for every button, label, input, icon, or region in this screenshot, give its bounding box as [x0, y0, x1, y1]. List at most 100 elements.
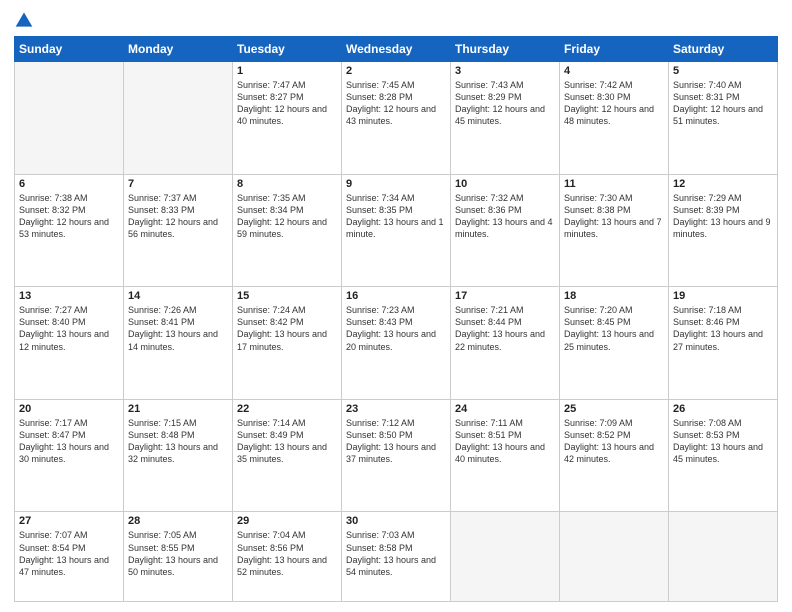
day-detail: Sunrise: 7:05 AM Sunset: 8:55 PM Dayligh…	[128, 529, 228, 578]
week-row-5: 27 Sunrise: 7:07 AM Sunset: 8:54 PM Dayli…	[15, 512, 778, 602]
day-cell: 22 Sunrise: 7:14 AM Sunset: 8:49 PM Dayli…	[233, 399, 342, 512]
calendar: SundayMondayTuesdayWednesdayThursdayFrid…	[14, 36, 778, 602]
day-number: 15	[237, 290, 337, 302]
day-detail: Sunrise: 7:45 AM Sunset: 8:28 PM Dayligh…	[346, 79, 446, 128]
day-number: 24	[455, 403, 555, 415]
logo	[14, 10, 38, 30]
day-cell: 18 Sunrise: 7:20 AM Sunset: 8:45 PM Dayli…	[560, 287, 669, 400]
day-number: 28	[128, 515, 228, 527]
day-detail: Sunrise: 7:42 AM Sunset: 8:30 PM Dayligh…	[564, 79, 664, 128]
day-cell: 1Sunrise: 7:47 AM Sunset: 8:27 PM Daylig…	[233, 62, 342, 175]
day-number: 25	[564, 403, 664, 415]
day-cell: 27 Sunrise: 7:07 AM Sunset: 8:54 PM Dayli…	[15, 512, 124, 602]
day-number: 9	[346, 178, 446, 190]
day-detail: Sunrise: 7:12 AM Sunset: 8:50 PM Dayligh…	[346, 417, 446, 466]
day-cell: 28 Sunrise: 7:05 AM Sunset: 8:55 PM Dayli…	[124, 512, 233, 602]
col-header-monday: Monday	[124, 37, 233, 62]
day-number: 8	[237, 178, 337, 190]
day-cell	[560, 512, 669, 602]
day-number: 16	[346, 290, 446, 302]
day-detail: Sunrise: 7:26 AM Sunset: 8:41 PM Dayligh…	[128, 304, 228, 353]
day-detail: Sunrise: 7:17 AM Sunset: 8:47 PM Dayligh…	[19, 417, 119, 466]
day-number: 23	[346, 403, 446, 415]
day-cell: 12 Sunrise: 7:29 AM Sunset: 8:39 PM Dayli…	[669, 174, 778, 287]
day-cell: 16 Sunrise: 7:23 AM Sunset: 8:43 PM Dayli…	[342, 287, 451, 400]
day-detail: Sunrise: 7:29 AM Sunset: 8:39 PM Dayligh…	[673, 192, 773, 241]
day-cell: 14 Sunrise: 7:26 AM Sunset: 8:41 PM Dayli…	[124, 287, 233, 400]
day-number: 10	[455, 178, 555, 190]
day-detail: Sunrise: 7:08 AM Sunset: 8:53 PM Dayligh…	[673, 417, 773, 466]
day-cell: 5Sunrise: 7:40 AM Sunset: 8:31 PM Daylig…	[669, 62, 778, 175]
day-number: 27	[19, 515, 119, 527]
day-number: 30	[346, 515, 446, 527]
col-header-tuesday: Tuesday	[233, 37, 342, 62]
day-detail: Sunrise: 7:11 AM Sunset: 8:51 PM Dayligh…	[455, 417, 555, 466]
day-number: 7	[128, 178, 228, 190]
day-detail: Sunrise: 7:43 AM Sunset: 8:29 PM Dayligh…	[455, 79, 555, 128]
day-number: 21	[128, 403, 228, 415]
day-detail: Sunrise: 7:24 AM Sunset: 8:42 PM Dayligh…	[237, 304, 337, 353]
day-cell	[15, 62, 124, 175]
day-cell: 9 Sunrise: 7:34 AM Sunset: 8:35 PM Daylig…	[342, 174, 451, 287]
day-detail: Sunrise: 7:04 AM Sunset: 8:56 PM Dayligh…	[237, 529, 337, 578]
day-cell: 15 Sunrise: 7:24 AM Sunset: 8:42 PM Dayli…	[233, 287, 342, 400]
day-detail: Sunrise: 7:03 AM Sunset: 8:58 PM Dayligh…	[346, 529, 446, 578]
day-cell: 13 Sunrise: 7:27 AM Sunset: 8:40 PM Dayli…	[15, 287, 124, 400]
day-cell: 11 Sunrise: 7:30 AM Sunset: 8:38 PM Dayli…	[560, 174, 669, 287]
day-number: 26	[673, 403, 773, 415]
day-cell	[451, 512, 560, 602]
day-detail: Sunrise: 7:07 AM Sunset: 8:54 PM Dayligh…	[19, 529, 119, 578]
day-number: 6	[19, 178, 119, 190]
day-number: 22	[237, 403, 337, 415]
day-detail: Sunrise: 7:09 AM Sunset: 8:52 PM Dayligh…	[564, 417, 664, 466]
day-cell: 24 Sunrise: 7:11 AM Sunset: 8:51 PM Dayli…	[451, 399, 560, 512]
header-row: SundayMondayTuesdayWednesdayThursdayFrid…	[15, 37, 778, 62]
day-cell	[124, 62, 233, 175]
day-detail: Sunrise: 7:38 AM Sunset: 8:32 PM Dayligh…	[19, 192, 119, 241]
day-detail: Sunrise: 7:30 AM Sunset: 8:38 PM Dayligh…	[564, 192, 664, 241]
day-number: 19	[673, 290, 773, 302]
day-cell: 8 Sunrise: 7:35 AM Sunset: 8:34 PM Daylig…	[233, 174, 342, 287]
day-number: 5	[673, 65, 773, 77]
day-cell: 21Sunrise: 7:15 AM Sunset: 8:48 PM Dayli…	[124, 399, 233, 512]
day-cell: 26 Sunrise: 7:08 AM Sunset: 8:53 PM Dayli…	[669, 399, 778, 512]
day-detail: Sunrise: 7:23 AM Sunset: 8:43 PM Dayligh…	[346, 304, 446, 353]
day-number: 18	[564, 290, 664, 302]
day-detail: Sunrise: 7:20 AM Sunset: 8:45 PM Dayligh…	[564, 304, 664, 353]
day-detail: Sunrise: 7:34 AM Sunset: 8:35 PM Dayligh…	[346, 192, 446, 241]
day-detail: Sunrise: 7:37 AM Sunset: 8:33 PM Dayligh…	[128, 192, 228, 241]
day-number: 13	[19, 290, 119, 302]
col-header-saturday: Saturday	[669, 37, 778, 62]
week-row-2: 6 Sunrise: 7:38 AM Sunset: 8:32 PM Daylig…	[15, 174, 778, 287]
day-number: 14	[128, 290, 228, 302]
day-number: 20	[19, 403, 119, 415]
col-header-sunday: Sunday	[15, 37, 124, 62]
day-detail: Sunrise: 7:14 AM Sunset: 8:49 PM Dayligh…	[237, 417, 337, 466]
day-cell: 10 Sunrise: 7:32 AM Sunset: 8:36 PM Dayli…	[451, 174, 560, 287]
day-detail: Sunrise: 7:21 AM Sunset: 8:44 PM Dayligh…	[455, 304, 555, 353]
day-detail: Sunrise: 7:18 AM Sunset: 8:46 PM Dayligh…	[673, 304, 773, 353]
week-row-1: 1Sunrise: 7:47 AM Sunset: 8:27 PM Daylig…	[15, 62, 778, 175]
day-number: 29	[237, 515, 337, 527]
day-cell: 20 Sunrise: 7:17 AM Sunset: 8:47 PM Dayli…	[15, 399, 124, 512]
day-number: 17	[455, 290, 555, 302]
logo-icon	[14, 10, 34, 30]
day-detail: Sunrise: 7:32 AM Sunset: 8:36 PM Dayligh…	[455, 192, 555, 241]
col-header-thursday: Thursday	[451, 37, 560, 62]
day-cell: 25 Sunrise: 7:09 AM Sunset: 8:52 PM Dayli…	[560, 399, 669, 512]
day-detail: Sunrise: 7:47 AM Sunset: 8:27 PM Dayligh…	[237, 79, 337, 128]
day-number: 4	[564, 65, 664, 77]
day-cell: 4 Sunrise: 7:42 AM Sunset: 8:30 PM Daylig…	[560, 62, 669, 175]
day-cell: 2Sunrise: 7:45 AM Sunset: 8:28 PM Daylig…	[342, 62, 451, 175]
day-cell: 19 Sunrise: 7:18 AM Sunset: 8:46 PM Dayli…	[669, 287, 778, 400]
page: SundayMondayTuesdayWednesdayThursdayFrid…	[0, 0, 792, 612]
day-cell: 17 Sunrise: 7:21 AM Sunset: 8:44 PM Dayli…	[451, 287, 560, 400]
day-detail: Sunrise: 7:27 AM Sunset: 8:40 PM Dayligh…	[19, 304, 119, 353]
day-cell: 7 Sunrise: 7:37 AM Sunset: 8:33 PM Daylig…	[124, 174, 233, 287]
day-number: 12	[673, 178, 773, 190]
col-header-wednesday: Wednesday	[342, 37, 451, 62]
day-detail: Sunrise: 7:35 AM Sunset: 8:34 PM Dayligh…	[237, 192, 337, 241]
day-number: 11	[564, 178, 664, 190]
day-cell: 23 Sunrise: 7:12 AM Sunset: 8:50 PM Dayli…	[342, 399, 451, 512]
day-cell	[669, 512, 778, 602]
